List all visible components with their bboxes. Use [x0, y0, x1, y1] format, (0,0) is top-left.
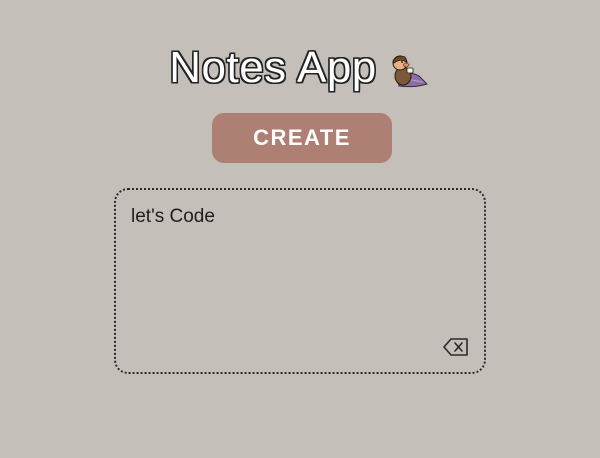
- create-button[interactable]: CREATE: [212, 113, 392, 163]
- page-title: Notes App: [169, 43, 377, 92]
- app-header: Notes App: [0, 40, 600, 96]
- mascot-illustration-icon: [385, 50, 431, 90]
- backspace-icon[interactable]: [442, 336, 470, 358]
- note-text[interactable]: let's Code: [131, 206, 215, 228]
- note-card[interactable]: let's Code: [114, 188, 486, 374]
